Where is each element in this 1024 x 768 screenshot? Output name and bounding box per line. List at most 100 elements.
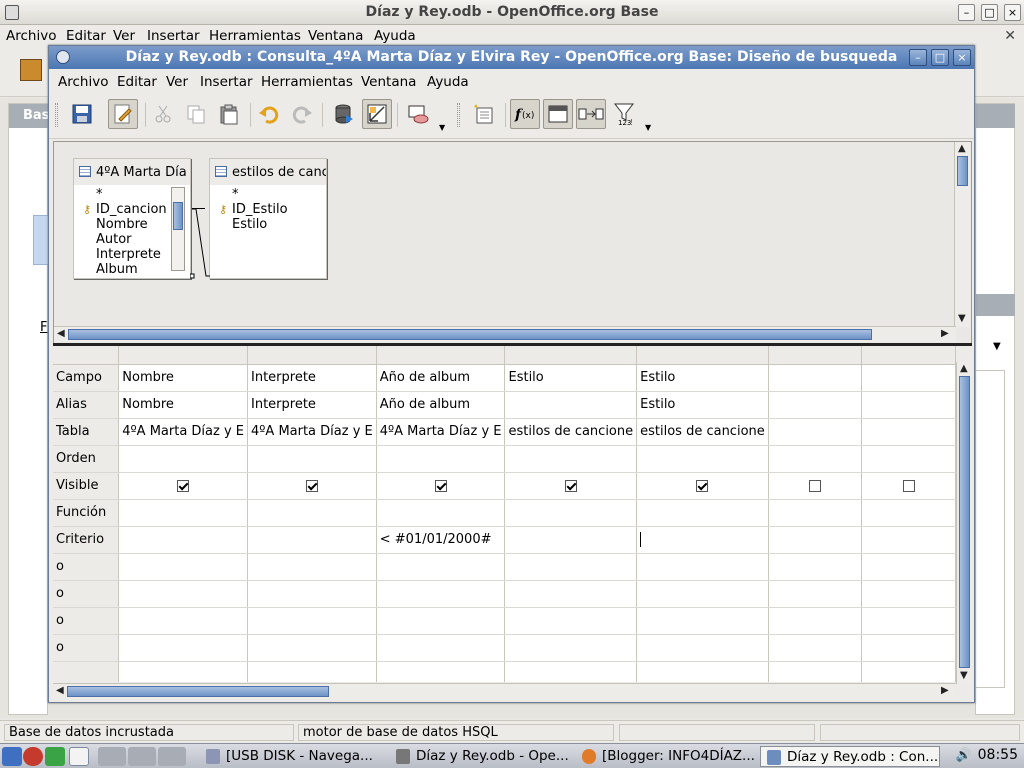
table-window-estilos[interactable]: estilos de canc * ⚷ ID_Estilo Estilo (209, 158, 327, 279)
cell-o[interactable] (768, 634, 863, 662)
grid-horizontal-scrollbar[interactable]: ◀ ▶ (53, 683, 956, 699)
table-pane-vertical-scrollbar[interactable]: ▲ ▼ (954, 142, 970, 327)
cell-tabla[interactable]: 4ºA Marta Díaz y E (376, 418, 506, 446)
cell-o[interactable] (504, 607, 638, 635)
cell-funcion[interactable] (768, 499, 863, 527)
cell-o[interactable] (861, 634, 956, 662)
copy-icon[interactable] (181, 99, 211, 129)
cell-criterio-active[interactable] (636, 526, 769, 554)
field-item[interactable]: * (214, 187, 322, 202)
inner-maximize-button[interactable]: □ (931, 49, 949, 66)
inner-minimize-button[interactable]: – (909, 49, 927, 66)
cell-o[interactable] (768, 553, 863, 581)
show-desktop-icon[interactable] (69, 747, 89, 766)
cell-alias[interactable] (861, 391, 956, 419)
cell-o[interactable] (636, 607, 769, 635)
inner-menu-ventana[interactable]: Ventana (361, 74, 416, 90)
cell-o[interactable] (504, 634, 638, 662)
table-title[interactable]: 4ºA Marta Día (74, 159, 190, 185)
toolbar-grip-2[interactable] (457, 103, 460, 127)
cell-o[interactable] (636, 553, 769, 581)
volume-icon[interactable]: 🔊 (956, 748, 972, 763)
cell-o[interactable] (118, 634, 249, 662)
cell-tabla[interactable] (861, 418, 956, 446)
column-header[interactable] (768, 346, 863, 365)
column-header[interactable] (118, 346, 249, 365)
cell-criterio[interactable] (504, 526, 638, 554)
close-document-icon[interactable]: ✕ (1004, 28, 1016, 44)
cell-o[interactable] (376, 607, 506, 635)
cell-orden[interactable] (376, 445, 506, 473)
redo-icon[interactable] (288, 99, 318, 129)
run-icon[interactable] (45, 747, 65, 766)
workspace-2[interactable] (128, 747, 156, 766)
cell-orden[interactable] (118, 445, 249, 473)
column-header[interactable] (376, 346, 506, 365)
menu-ver[interactable]: Ver (113, 28, 135, 44)
cell-o[interactable] (118, 607, 249, 635)
close-button[interactable]: × (1004, 4, 1021, 21)
edit-mode-icon[interactable] (108, 99, 138, 129)
cell-tabla[interactable] (768, 418, 863, 446)
cell-campo[interactable] (861, 364, 956, 392)
cell-campo[interactable]: Nombre (118, 364, 249, 392)
start-menu-icon[interactable] (2, 747, 22, 766)
cell-o[interactable] (636, 634, 769, 662)
workspace-3[interactable] (158, 747, 186, 766)
cell-criterio[interactable] (118, 526, 249, 554)
inner-menu-ver[interactable]: Ver (166, 74, 188, 90)
cell-o[interactable] (247, 553, 377, 581)
task-usb-disk[interactable]: [USB DISK - Navega... (200, 746, 385, 767)
cell-campo[interactable]: Año de album (376, 364, 506, 392)
cell-alias[interactable]: Nombre (118, 391, 249, 419)
column-header[interactable] (636, 346, 769, 365)
cell-campo[interactable]: Interprete (247, 364, 377, 392)
alias-icon[interactable] (576, 99, 606, 129)
cell-alias[interactable] (768, 391, 863, 419)
column-header[interactable] (504, 346, 638, 365)
add-tables-icon[interactable] (403, 99, 433, 129)
cell-campo[interactable]: Estilo (504, 364, 638, 392)
menu-ayuda[interactable]: Ayuda (374, 28, 416, 44)
menu-ventana[interactable]: Ventana (308, 28, 363, 44)
inner-menu-ayuda[interactable]: Ayuda (427, 74, 469, 90)
save-icon[interactable] (67, 99, 97, 129)
field-item[interactable]: Estilo (214, 217, 322, 232)
minimize-button[interactable]: – (958, 4, 975, 21)
field-item[interactable]: ⚷ ID_Estilo (214, 202, 322, 217)
design-view-icon[interactable] (362, 99, 392, 129)
column-header[interactable] (861, 346, 956, 365)
cell-criterio[interactable]: < #01/01/2000# (376, 526, 506, 554)
cell-o[interactable] (376, 580, 506, 608)
field-item[interactable]: Album (78, 262, 186, 274)
paste-icon[interactable] (214, 99, 244, 129)
functions-icon[interactable]: f (x) (510, 99, 540, 129)
cell-o[interactable] (636, 580, 769, 608)
cell-o[interactable] (118, 580, 249, 608)
cell-tabla[interactable]: estilos de cancione (504, 418, 638, 446)
table-window-canciones[interactable]: 4ºA Marta Día * ⚷ ID_cancion Nombre Autor… (73, 158, 191, 279)
visible-checkbox[interactable] (696, 479, 709, 492)
dropdown-arrow-icon[interactable]: ▼ (993, 341, 1001, 352)
menu-archivo[interactable]: Archivo (6, 28, 56, 44)
database-icon[interactable] (20, 59, 42, 81)
cell-o[interactable] (861, 607, 956, 635)
field-item[interactable]: * (78, 187, 186, 202)
add-tables-dropdown-icon[interactable]: ▼ (439, 123, 445, 132)
cell-o[interactable] (247, 634, 377, 662)
table-pane-horizontal-scrollbar[interactable]: ◀ ▶ (54, 326, 956, 342)
table-title[interactable]: estilos de canc (210, 159, 326, 185)
inner-close-button[interactable]: × (953, 49, 971, 66)
cell-alias[interactable]: Año de album (376, 391, 506, 419)
workspace-1[interactable] (98, 747, 126, 766)
menu-herramientas[interactable]: Herramientas (209, 28, 301, 44)
visible-checkbox[interactable] (177, 479, 190, 492)
visible-checkbox[interactable] (809, 479, 822, 492)
inner-menu-archivo[interactable]: Archivo (58, 74, 108, 90)
column-header[interactable] (247, 346, 377, 365)
cell-o[interactable] (768, 607, 863, 635)
cell-funcion[interactable] (636, 499, 769, 527)
cell-campo[interactable] (768, 364, 863, 392)
cell-o[interactable] (247, 607, 377, 635)
cell-alias[interactable]: Interprete (247, 391, 377, 419)
